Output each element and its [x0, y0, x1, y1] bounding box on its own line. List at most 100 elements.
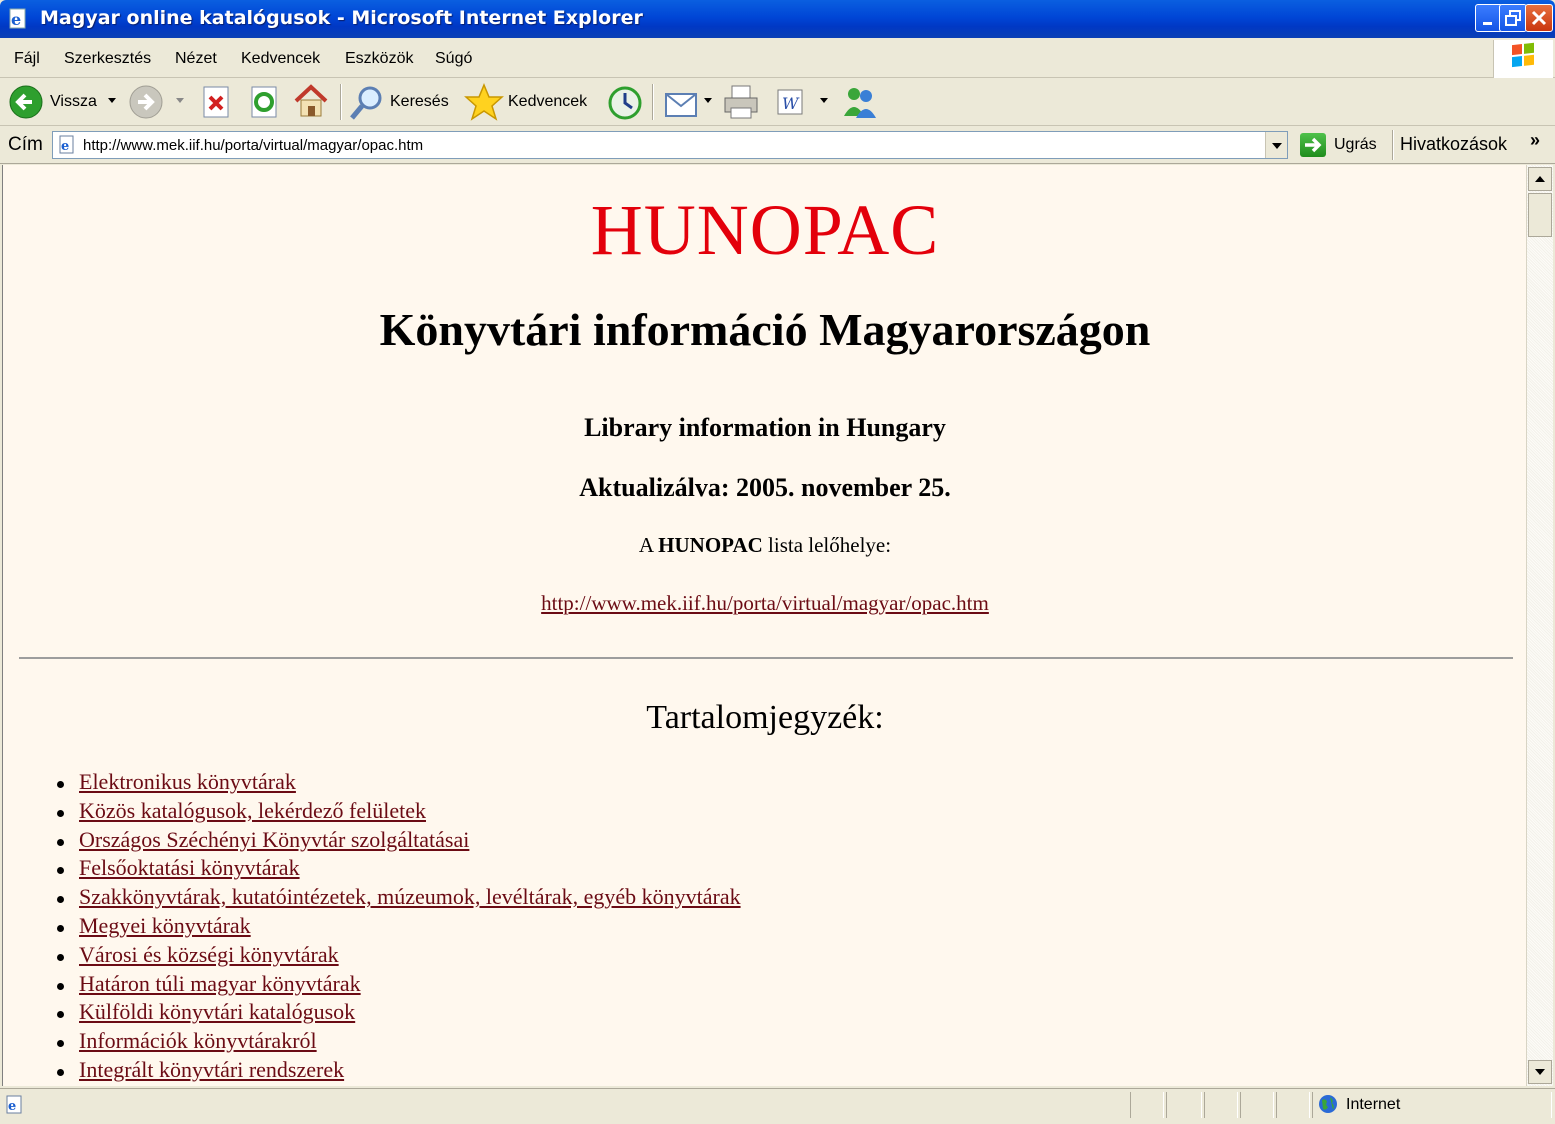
messenger-button[interactable] — [840, 78, 880, 126]
mail-dropdown-icon[interactable] — [704, 98, 712, 103]
back-dropdown-icon[interactable] — [108, 98, 116, 103]
refresh-button[interactable] — [246, 78, 282, 126]
address-url: http://www.mek.iif.hu/porta/virtual/magy… — [83, 137, 424, 154]
back-button[interactable]: Vissza — [6, 78, 122, 126]
list-item: Elektronikus könyvtárak — [3, 769, 1103, 798]
standard-toolbar: Vissza Keresés Kedvencek W — [0, 78, 1555, 126]
search-button[interactable]: Keresés — [348, 78, 454, 126]
links-chevron-icon[interactable]: » — [1530, 130, 1540, 151]
menu-help[interactable]: Súgó — [435, 50, 472, 68]
source-link[interactable]: http://www.mek.iif.hu/porta/virtual/magy… — [3, 591, 1526, 616]
back-arrow-icon — [9, 85, 43, 119]
vertical-scrollbar[interactable] — [1526, 165, 1553, 1086]
go-button[interactable]: Ugrás — [1298, 130, 1386, 160]
toc-list: Elektronikus könyvtárak Közös katalóguso… — [3, 769, 1103, 1086]
menu-edit[interactable]: Szerkesztés — [64, 50, 151, 68]
globe-icon — [1319, 1095, 1337, 1113]
links-toolbar[interactable]: Hivatkozások — [1400, 134, 1507, 155]
scroll-up-button[interactable] — [1528, 167, 1552, 191]
scroll-thumb[interactable] — [1528, 193, 1552, 237]
favorites-star-icon — [464, 83, 504, 121]
status-pane — [1240, 1092, 1274, 1118]
page-title: HUNOPAC — [590, 190, 940, 270]
printer-icon — [724, 85, 758, 119]
list-item: Információk könyvtárakról — [3, 1028, 1103, 1057]
list-item: Közös katalógusok, lekérdező felületek — [3, 798, 1103, 827]
svg-text:e: e — [8, 1099, 16, 1114]
window-title: Magyar online katalógusok - Microsoft In… — [40, 7, 643, 29]
print-button[interactable] — [720, 78, 764, 126]
address-bar: Cím e http://www.mek.iif.hu/porta/virtua… — [0, 126, 1555, 164]
toc-link[interactable]: Integrált könyvtári rendszerek — [79, 1057, 344, 1083]
favorites-button[interactable]: Kedvencek — [464, 78, 594, 126]
windows-flag-icon — [1512, 42, 1534, 68]
go-arrow-icon — [1300, 133, 1326, 157]
close-button[interactable] — [1525, 4, 1553, 32]
toc-link[interactable]: Elektronikus könyvtárak — [79, 769, 296, 795]
source-line: A HUNOPAC lista lelőhelye: — [3, 533, 1526, 558]
address-dropdown-button[interactable] — [1265, 132, 1287, 158]
list-item: Külföldi könyvtári katalógusok — [3, 999, 1103, 1028]
menu-view[interactable]: Nézet — [175, 50, 217, 68]
toc-link[interactable]: Határon túli magyar könyvtárak — [79, 971, 361, 997]
search-icon — [350, 86, 382, 120]
forward-dropdown-icon[interactable] — [176, 98, 184, 103]
sub-heading: Library information in Hungary — [584, 413, 946, 442]
home-icon — [294, 84, 328, 117]
status-pane — [1276, 1092, 1310, 1118]
horizontal-rule — [19, 657, 1513, 659]
list-item: Integrált könyvtári rendszerek — [3, 1057, 1103, 1086]
page-viewport[interactable]: HUNOPAC Könyvtári információ Magyarorszá… — [2, 165, 1526, 1086]
list-item: Országos Széchényi Könyvtár szolgáltatás… — [3, 827, 1103, 856]
ie-page-icon: e — [6, 1095, 22, 1114]
mail-icon — [665, 93, 697, 117]
address-separator — [1392, 130, 1394, 160]
edit-dropdown-icon[interactable] — [820, 98, 828, 103]
scroll-down-button[interactable] — [1528, 1060, 1552, 1084]
back-label: Vissza — [50, 93, 97, 110]
home-button[interactable] — [292, 78, 330, 126]
status-pane — [1204, 1092, 1238, 1118]
list-item: Megyei könyvtárak — [3, 913, 1103, 942]
history-icon — [608, 86, 642, 120]
toc-link[interactable]: Közös katalógusok, lekérdező felületek — [79, 798, 426, 824]
source-bold: HUNOPAC — [658, 533, 763, 557]
stop-icon — [203, 86, 229, 118]
toc-link[interactable]: Szakkönyvtárak, kutatóintézetek, múzeumo… — [79, 884, 741, 910]
main-heading: Könyvtári információ Magyarországon — [379, 304, 1151, 355]
toc-link[interactable]: Külföldi könyvtári katalógusok — [79, 999, 355, 1025]
restore-button[interactable] — [1499, 4, 1527, 32]
favorites-label: Kedvencek — [508, 93, 588, 110]
edit-button[interactable]: W — [774, 78, 834, 126]
list-item: Határon túli magyar könyvtárak — [3, 971, 1103, 1000]
menu-tools[interactable]: Eszközök — [345, 50, 413, 68]
toc-link[interactable]: Országos Széchényi Könyvtár szolgáltatás… — [79, 827, 469, 853]
address-label: Cím — [8, 134, 43, 155]
mail-button[interactable] — [662, 78, 716, 126]
svg-text:W: W — [782, 94, 800, 113]
toc-link[interactable]: Városi és községi könyvtárak — [79, 942, 339, 968]
stop-button[interactable] — [198, 78, 234, 126]
history-button[interactable] — [604, 78, 644, 126]
address-input[interactable]: e http://www.mek.iif.hu/porta/virtual/ma… — [52, 131, 1288, 159]
security-zone-label: Internet — [1346, 1096, 1401, 1113]
forward-arrow-icon — [129, 85, 163, 119]
restore-icon — [1505, 10, 1521, 26]
status-bar: e Internet — [0, 1088, 1555, 1124]
title-bar[interactable]: e Magyar online katalógusok - Microsoft … — [0, 0, 1555, 38]
toc-link[interactable]: Felsőoktatási könyvtárak — [79, 855, 300, 881]
windows-logo — [1493, 40, 1553, 78]
word-edit-icon: W — [777, 89, 803, 115]
ie-page-icon: e — [59, 135, 74, 154]
go-label: Ugrás — [1334, 136, 1377, 153]
status-pane — [1166, 1092, 1202, 1118]
forward-button[interactable] — [128, 78, 188, 126]
toc-link[interactable]: Megyei könyvtárak — [79, 913, 251, 939]
toc-link[interactable]: Információk könyvtárakról — [79, 1028, 317, 1054]
svg-text:e: e — [61, 139, 69, 154]
list-item: Szakkönyvtárak, kutatóintézetek, múzeumo… — [3, 884, 1103, 913]
messenger-people-icon — [844, 88, 876, 118]
menu-file[interactable]: Fájl — [14, 50, 40, 68]
menu-favorites[interactable]: Kedvencek — [241, 50, 320, 68]
status-pane — [1130, 1092, 1164, 1118]
